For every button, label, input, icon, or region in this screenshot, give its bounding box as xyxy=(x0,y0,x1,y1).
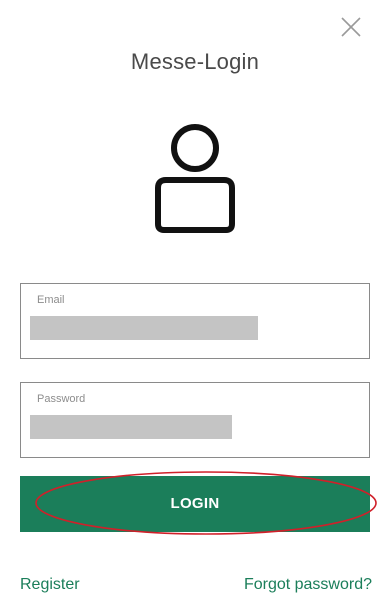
password-value-redacted xyxy=(30,415,232,439)
close-icon xyxy=(341,17,361,37)
password-label: Password xyxy=(37,393,86,405)
email-field[interactable]: Email xyxy=(20,283,370,359)
login-dialog: Messe-Login Email Password LOGIN Registe… xyxy=(0,0,378,597)
dialog-title: Messe-Login xyxy=(130,49,260,74)
email-value-redacted xyxy=(30,316,258,340)
forgot-password-link[interactable]: Forgot password? xyxy=(244,576,372,594)
user-icon xyxy=(155,124,235,233)
login-button[interactable]: LOGIN xyxy=(20,476,370,532)
email-label: Email xyxy=(37,294,65,306)
password-field[interactable]: Password xyxy=(20,382,370,458)
register-link[interactable]: Register xyxy=(20,576,80,594)
close-button[interactable] xyxy=(340,16,362,38)
